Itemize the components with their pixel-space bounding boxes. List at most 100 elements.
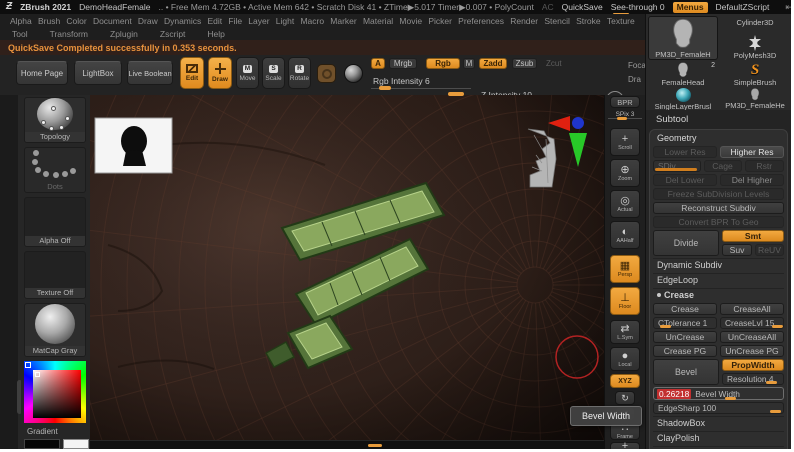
rotate-mode-button[interactable]: R Rotate (288, 57, 311, 89)
resolution-slider[interactable]: Resolution 4 (722, 373, 784, 385)
lightbox-button[interactable]: LightBox (74, 61, 122, 85)
active-tool-thumbnail-pm3d-femalehead[interactable]: PM3D_FemaleH (648, 16, 718, 60)
spix-handle[interactable] (617, 117, 627, 120)
edgesharp-handle[interactable] (770, 410, 782, 413)
bottom-scroll-pip[interactable] (368, 444, 382, 447)
higher-res-button[interactable]: Higher Res (720, 146, 784, 158)
perspective-button[interactable]: ▦ Persp (610, 255, 640, 283)
default-zscript-button[interactable]: DefaultZScript (716, 2, 770, 12)
menu-preferences[interactable]: Preferences (458, 16, 504, 26)
see-through-slider[interactable]: See-through 0 (611, 2, 665, 15)
actual-size-button[interactable]: ◎ Actual (610, 190, 640, 218)
del-higher-button[interactable]: Del Higher (720, 174, 784, 186)
tool-cylinder3d[interactable]: Cylinder3D (720, 15, 790, 27)
local-pivot-button[interactable]: ● Local (610, 347, 640, 371)
menu-stencil[interactable]: Stencil (544, 16, 570, 26)
menu-dynamics[interactable]: Dynamics (164, 16, 201, 26)
tool-polymesh3d[interactable]: PolyMesh3D (720, 28, 790, 60)
menu-material[interactable]: Material (363, 16, 393, 26)
local-symmetry-button[interactable]: ⇄ L.Sym (610, 320, 640, 344)
m-toggle[interactable]: M (463, 58, 475, 69)
zadd-toggle[interactable]: Zadd (479, 58, 507, 69)
bevel-width-slider[interactable]: 0.26218 Bevel Width (653, 387, 784, 400)
crease-lvl-handle[interactable] (771, 325, 783, 328)
sculpt-canvas[interactable] (90, 95, 604, 440)
rgb-intensity-handle[interactable] (379, 86, 391, 90)
cage-button[interactable]: Cage (703, 160, 742, 172)
menu-edit[interactable]: Edit (208, 16, 223, 26)
gradient-label[interactable]: Gradient (27, 427, 58, 436)
scale-mode-button[interactable]: S Scale (262, 57, 285, 89)
edgesharp-slider[interactable]: EdgeSharp 100 (653, 402, 784, 414)
uncrease-all-button[interactable]: UnCreaseAll (720, 331, 784, 343)
crease-all-button[interactable]: CreaseAll (720, 303, 784, 315)
home-page-button[interactable]: Home Page (16, 61, 68, 85)
menu-macro[interactable]: Macro (300, 16, 324, 26)
sdiv-slider[interactable]: SDiv (653, 160, 701, 172)
tool-femalehead[interactable]: 2 FemaleHead (648, 61, 718, 87)
menu-brush[interactable]: Brush (38, 16, 60, 26)
bevel-button[interactable]: Bevel (653, 359, 719, 385)
xyz-rotation-button[interactable]: XYZ (610, 374, 640, 388)
resolution-handle[interactable] (766, 381, 778, 384)
material-sphere-button[interactable] (344, 64, 363, 83)
zcut-toggle[interactable]: Zcut (546, 59, 562, 68)
crease-pg-button[interactable]: Crease PG (653, 345, 717, 357)
tool-pm3d-femalehead-small[interactable]: PM3D_FemaleHe (720, 88, 790, 110)
zoom-button[interactable]: ⊕ Zoom (610, 159, 640, 187)
canvas-bottom-bar[interactable] (90, 440, 604, 449)
menu-tool[interactable]: Tool (12, 29, 28, 39)
current-brush-topology[interactable]: Topology (24, 97, 86, 143)
scroll-button[interactable]: + Scroll (610, 128, 640, 156)
menu-render[interactable]: Render (510, 16, 538, 26)
uncrease-button[interactable]: UnCrease (653, 331, 717, 343)
convert-bpr-button[interactable]: Convert BPR To Geo (653, 216, 784, 228)
current-texture[interactable]: Texture Off (24, 251, 86, 299)
secondary-color-swatch[interactable] (63, 439, 89, 449)
mrgb-toggle[interactable]: Mrgb (389, 58, 417, 69)
menu-color[interactable]: Color (66, 16, 86, 26)
suv-toggle[interactable]: Suv (722, 244, 752, 256)
bevel-width-handle[interactable] (724, 397, 736, 400)
freeze-subdivision-button[interactable]: Freeze SubDivision Levels (653, 188, 784, 200)
del-lower-button[interactable]: Del Lower (653, 174, 717, 186)
aahalf-button[interactable]: ◐ AAHalf (610, 221, 640, 249)
current-stroke-dots[interactable]: Dots (24, 147, 86, 193)
move-canvas-button[interactable]: +Move (610, 440, 640, 449)
rgb-intensity-slider[interactable]: Rgb Intensity 6 (371, 75, 471, 90)
edit-mode-button[interactable]: Edit (180, 57, 204, 89)
z-axis-dot[interactable] (572, 117, 584, 129)
draw-mode-button[interactable]: Draw (208, 57, 232, 89)
smt-toggle[interactable]: Smt (722, 230, 784, 242)
current-alpha[interactable]: Alpha Off (24, 197, 86, 247)
menu-stroke[interactable]: Stroke (576, 16, 601, 26)
ctolerance-handle[interactable] (660, 325, 672, 328)
rgb-toggle[interactable]: Rgb (426, 58, 460, 69)
menu-texture[interactable]: Texture (607, 16, 635, 26)
menu-draw[interactable]: Draw (138, 16, 158, 26)
tool-singlelayerbrush[interactable]: SingleLayerBrusl (648, 88, 718, 110)
spix-slider[interactable]: SPix 3 (608, 111, 642, 120)
menu-zscript[interactable]: Zscript (160, 29, 186, 39)
saturation-value-field[interactable] (33, 370, 81, 418)
menu-transform[interactable]: Transform (50, 29, 88, 39)
crease-lvl-slider[interactable]: CreaseLvl 15 (720, 317, 784, 329)
tool-simplebrush[interactable]: S SimpleBrush (720, 61, 790, 88)
menus-toggle-button[interactable]: Menus (672, 1, 708, 13)
divide-button[interactable]: Divide (653, 230, 719, 256)
edgeloop-section[interactable]: EdgeLoop (653, 273, 784, 286)
menu-document[interactable]: Document (93, 16, 132, 26)
live-boolean-button[interactable]: Live Boolean (127, 61, 173, 85)
reconstruct-subdiv-button[interactable]: Reconstruct Subdiv (653, 202, 784, 214)
floor-grid-button[interactable]: ⊥ Floor (610, 287, 640, 315)
bevel-width-value[interactable]: 0.26218 (657, 388, 692, 399)
picker-selector[interactable] (35, 372, 40, 377)
zsub-toggle[interactable]: Zsub (512, 58, 537, 69)
color-picker[interactable] (24, 361, 86, 423)
propwidth-toggle[interactable]: PropWidth (722, 359, 784, 371)
shadowbox-section[interactable]: ShadowBox (653, 416, 784, 429)
menu-marker[interactable]: Marker (330, 16, 356, 26)
y-rotate-button[interactable]: ↻ (615, 391, 635, 405)
geometry-header[interactable]: Geometry (653, 132, 784, 144)
rstr-button[interactable]: Rstr (744, 160, 784, 172)
